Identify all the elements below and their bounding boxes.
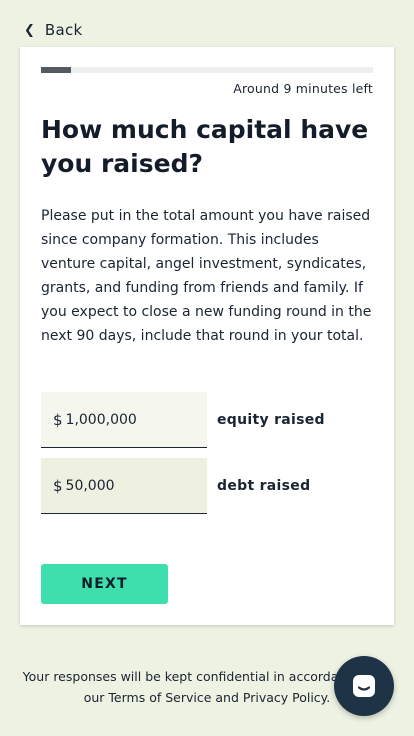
question-description: Please put in the total amount you have … [41, 208, 372, 344]
debt-label: debt raised [217, 478, 311, 494]
chat-launcher-button[interactable] [334, 656, 394, 716]
equity-label: equity raised [217, 412, 325, 428]
next-button[interactable]: NEXT [41, 564, 168, 604]
progress-fill [41, 67, 71, 73]
question-card: Around 9 minutes left How much capital h… [20, 47, 394, 625]
equity-row: $ 1,000,000 equity raised [41, 392, 325, 448]
debt-input[interactable]: $ 50,000 [41, 458, 207, 514]
equity-input[interactable]: $ 1,000,000 [41, 392, 207, 448]
chevron-left-icon: ❮ [24, 22, 35, 38]
debt-value: 50,000 [65, 477, 115, 494]
back-label: Back [44, 21, 83, 39]
debt-row: $ 50,000 debt raised [41, 458, 310, 514]
time-remaining: Around 9 minutes left [233, 81, 373, 96]
question-title: How much capital have you raised? [41, 115, 369, 178]
progress-bar [41, 67, 373, 73]
back-link[interactable]: ❮ Back [24, 19, 83, 41]
equity-currency: $ [53, 410, 63, 429]
chat-bubble-icon [353, 675, 375, 697]
debt-currency: $ [53, 476, 63, 495]
equity-value: 1,000,000 [65, 411, 137, 428]
